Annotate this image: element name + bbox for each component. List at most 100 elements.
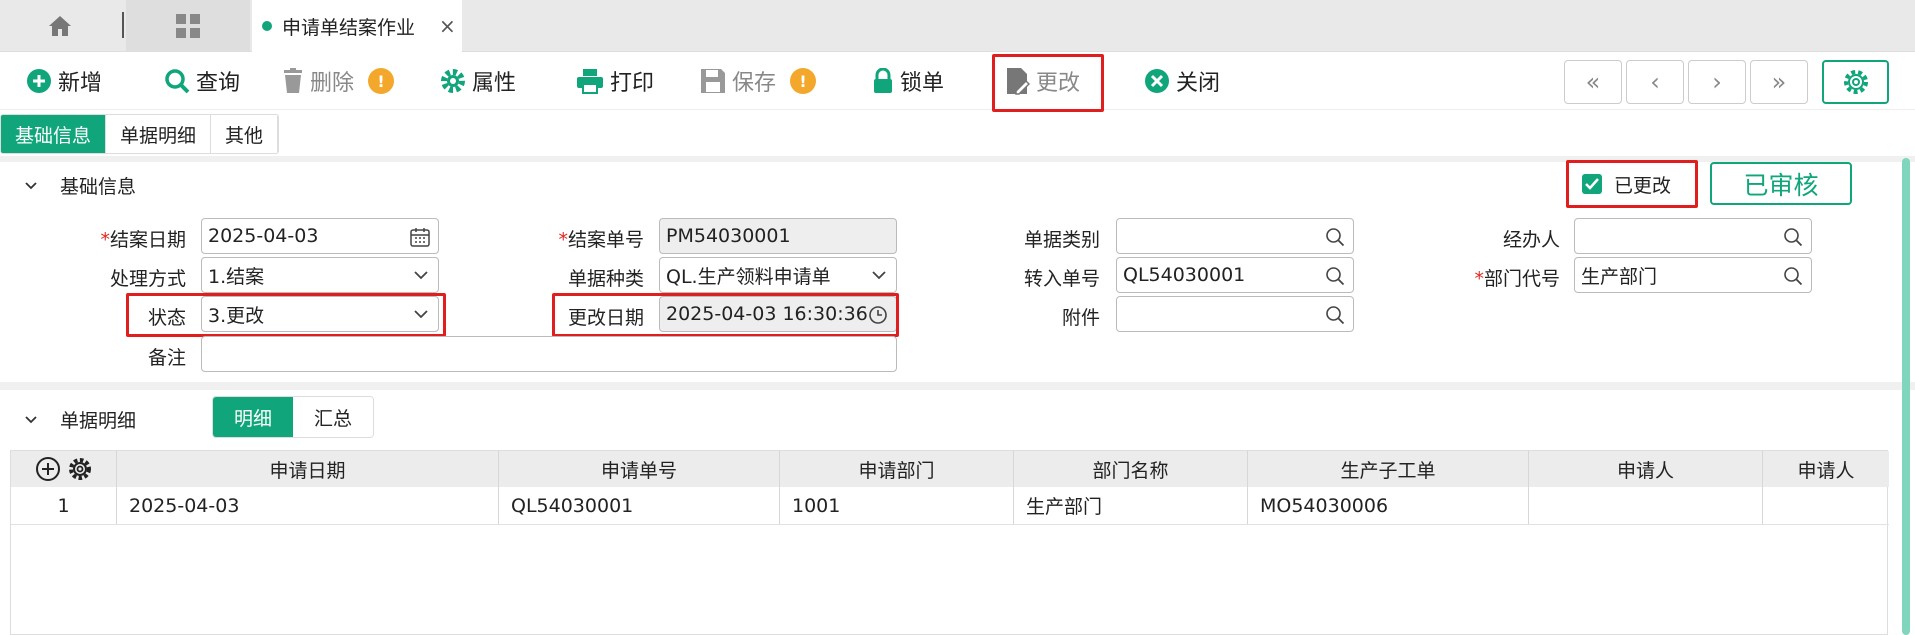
print-label: 打印 xyxy=(610,71,655,96)
transfer-no-value: QL54030001 xyxy=(1123,264,1246,286)
col-apply-date[interactable]: 申请日期 xyxy=(117,451,499,487)
tab-basic-info[interactable]: 基础信息 xyxy=(1,115,107,153)
cell-apply-date[interactable]: 2025-04-03 xyxy=(117,487,499,524)
detail-subtabs: 明细 汇总 xyxy=(212,396,374,438)
save-disk-icon xyxy=(700,68,726,94)
prev-icon: ‹ xyxy=(1650,68,1660,96)
search-icon[interactable] xyxy=(1783,227,1803,247)
active-dot-icon xyxy=(262,21,272,31)
attachment-label: 附件 xyxy=(1061,307,1100,329)
cell-dept-name[interactable]: 生产部门 xyxy=(1014,487,1248,524)
close-date-field[interactable]: 2025-04-03 xyxy=(201,218,439,254)
close-no-label: *结案单号 xyxy=(540,225,644,252)
tab-other[interactable]: 其他 xyxy=(211,115,279,153)
add-row-icon[interactable] xyxy=(35,456,61,482)
doc-type-label: 单据种类 xyxy=(567,268,644,290)
tab-summary[interactable]: 汇总 xyxy=(293,397,373,437)
tab-separator xyxy=(122,12,124,38)
search-icon xyxy=(164,68,190,94)
attachment-field[interactable] xyxy=(1116,296,1354,332)
home-icon xyxy=(49,16,71,36)
properties-button[interactable]: 属性 xyxy=(440,62,516,100)
next-icon: › xyxy=(1712,68,1722,96)
home-tab[interactable] xyxy=(0,0,120,52)
col-dept-name[interactable]: 部门名称 xyxy=(1014,451,1248,487)
tab-label: 申请单结案作业 xyxy=(282,16,416,39)
col-sub-work-order[interactable]: 生产子工单 xyxy=(1248,451,1529,487)
handler-field[interactable] xyxy=(1574,218,1812,254)
grid-icon xyxy=(176,14,200,38)
delete-warning-icon: ! xyxy=(368,68,395,94)
printer-icon xyxy=(576,68,604,94)
highlight-status-row xyxy=(126,293,446,337)
chevron-down-icon xyxy=(25,181,37,189)
save-warning-icon: ! xyxy=(790,68,817,94)
print-button[interactable]: 打印 xyxy=(576,62,654,100)
required-mark: * xyxy=(100,229,110,251)
tab-request-close[interactable]: 申请单结案作业 × xyxy=(252,0,462,52)
next-record-button[interactable]: › xyxy=(1688,60,1746,104)
grid-menu-tab[interactable] xyxy=(126,0,250,52)
lock-button[interactable]: 锁单 xyxy=(872,62,944,100)
chevron-down-icon[interactable] xyxy=(870,266,888,284)
section-tabs: 基础信息 单据明细 其他 xyxy=(0,114,280,154)
dept-code-field[interactable]: 生产部门 xyxy=(1574,257,1812,293)
highlight-modified-checkbox xyxy=(1566,160,1698,208)
delete-button[interactable]: 删除 ! xyxy=(282,62,395,100)
required-mark: * xyxy=(558,229,568,251)
vertical-scrollbar[interactable] xyxy=(1902,158,1910,635)
gear-icon xyxy=(1843,70,1868,94)
required-mark: * xyxy=(1474,268,1484,290)
close-tab-icon[interactable]: × xyxy=(439,14,456,38)
add-button[interactable]: 新增 xyxy=(26,62,102,100)
close-label: 关闭 xyxy=(1176,71,1221,96)
chevron-down-icon[interactable] xyxy=(412,266,430,284)
gear-icon xyxy=(440,68,466,94)
doc-type-select[interactable]: QL.生产领料申请单 xyxy=(659,257,897,293)
last-record-button[interactable]: » xyxy=(1750,60,1808,104)
highlight-modify-button xyxy=(992,54,1104,112)
cell-apply-dept[interactable]: 1001 xyxy=(780,487,1014,524)
basic-info-header[interactable]: 基础信息 xyxy=(24,172,136,199)
search-icon[interactable] xyxy=(1783,266,1803,286)
search-icon[interactable] xyxy=(1325,227,1345,247)
close-button[interactable]: 关闭 xyxy=(1144,62,1220,100)
add-label: 新增 xyxy=(58,71,103,96)
prev-record-button[interactable]: ‹ xyxy=(1626,60,1684,104)
settings-button[interactable] xyxy=(1822,60,1889,104)
method-label: 处理方式 xyxy=(109,268,186,290)
tab-detail[interactable]: 明细 xyxy=(213,397,293,437)
search-icon[interactable] xyxy=(1325,305,1345,325)
doc-category-field[interactable] xyxy=(1116,218,1354,254)
grid-settings-icon[interactable] xyxy=(67,456,93,482)
save-button[interactable]: 保存 ! xyxy=(700,62,817,100)
lock-icon xyxy=(872,68,894,94)
col-applicant-2[interactable]: 申请人 xyxy=(1763,451,1889,487)
method-select[interactable]: 1.结案 xyxy=(201,257,439,293)
cell-applicant[interactable] xyxy=(1529,487,1763,524)
grid-header-row: 申请日期 申请单号 申请部门 部门名称 生产子工单 申请人 申请人 xyxy=(11,451,1889,487)
doc-type-value: QL.生产领料申请单 xyxy=(666,265,831,288)
remark-field[interactable] xyxy=(201,336,897,372)
handler-label: 经办人 xyxy=(1502,229,1560,251)
detail-header[interactable]: 单据明细 xyxy=(24,406,136,433)
col-apply-no[interactable]: 申请单号 xyxy=(499,451,780,487)
table-row[interactable]: 1 2025-04-03 QL54030001 1001 生产部门 MO5403… xyxy=(11,487,1889,525)
dept-code-value: 生产部门 xyxy=(1581,265,1658,288)
first-record-button[interactable]: « xyxy=(1564,60,1622,104)
grid-tools-cell xyxy=(11,451,117,487)
dept-code-label-text: 部门代号 xyxy=(1483,268,1560,290)
cell-apply-no[interactable]: QL54030001 xyxy=(499,487,780,524)
cell-applicant-2[interactable] xyxy=(1763,487,1889,524)
close-no-field[interactable]: PM54030001 xyxy=(659,218,897,254)
query-button[interactable]: 查询 xyxy=(164,62,240,100)
col-applicant[interactable]: 申请人 xyxy=(1529,451,1763,487)
col-apply-dept[interactable]: 申请部门 xyxy=(780,451,1014,487)
tab-doc-detail[interactable]: 单据明细 xyxy=(106,115,212,153)
close-date-label: *结案日期 xyxy=(86,225,186,252)
calendar-icon[interactable] xyxy=(410,227,430,247)
cell-sub-work-order[interactable]: MO54030006 xyxy=(1248,487,1529,524)
transfer-no-field[interactable]: QL54030001 xyxy=(1116,257,1354,293)
delete-label: 删除 xyxy=(310,71,355,96)
search-icon[interactable] xyxy=(1325,266,1345,286)
